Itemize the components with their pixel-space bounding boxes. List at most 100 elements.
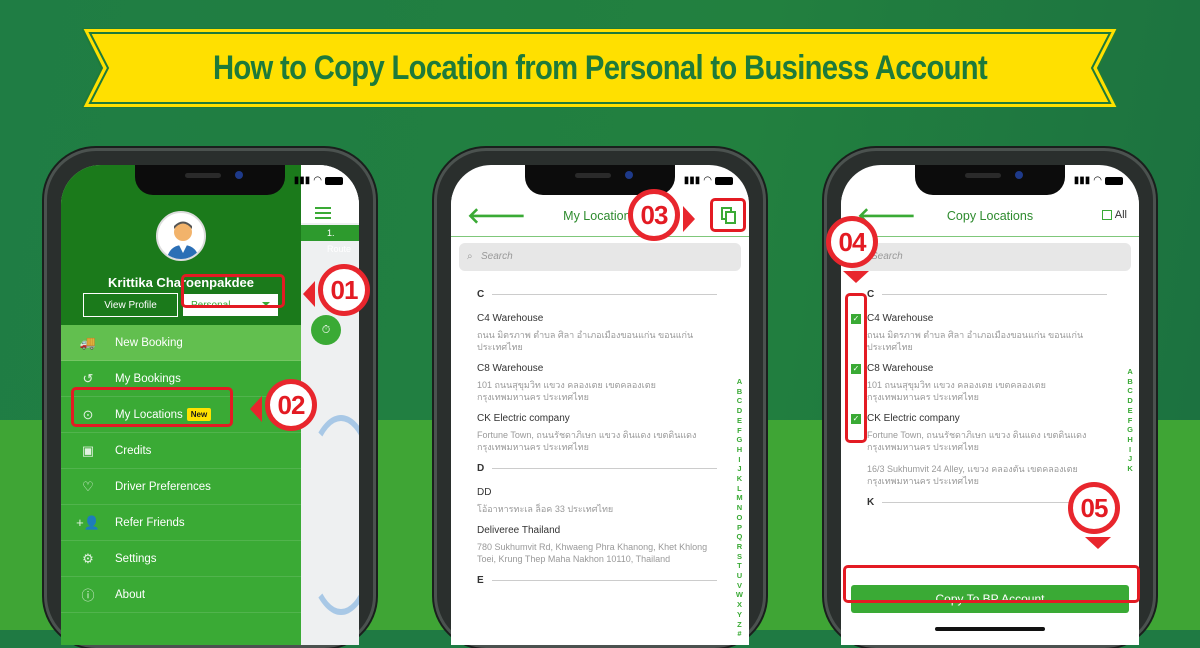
menu-item-about[interactable]: ⓘ About xyxy=(61,577,301,613)
list-item[interactable]: Deliveree Thailand 780 Sukhumvit Rd, Khwa… xyxy=(477,525,717,565)
location-name-row: ✓ C4 Warehouse xyxy=(851,313,1107,324)
alphabet-index-letter[interactable]: X xyxy=(736,600,743,610)
schedule-booking-button[interactable]: ⏱ xyxy=(311,315,341,345)
alphabet-index-letter[interactable]: R xyxy=(736,542,743,552)
menu-label: Settings xyxy=(115,552,157,565)
list-item[interactable]: ✓ C8 Warehouse 101 ถนนสุขุมวิท แขวง คลองเต… xyxy=(851,363,1107,403)
banner-title: How to Copy Location from Personal to Bu… xyxy=(212,48,988,87)
alphabet-index-letter[interactable]: C xyxy=(736,396,743,406)
list-item[interactable]: C8 Warehouse 101 ถนนสุขุมวิท แขวง คลองเตย… xyxy=(477,363,717,403)
alphabet-index-letter[interactable]: D xyxy=(736,406,743,416)
alphabet-index-letter[interactable]: B xyxy=(736,387,743,397)
alphabet-index-letter[interactable]: F xyxy=(736,426,743,436)
location-name-row: C4 Warehouse xyxy=(477,313,717,324)
alphabet-index-letter[interactable]: K xyxy=(736,474,743,484)
menu-item-driver-preferences[interactable]: ♡ Driver Preferences xyxy=(61,469,301,505)
location-name-row: DD xyxy=(477,487,717,498)
location-name-row: ✓ CK Electric company xyxy=(851,413,1107,424)
alphabet-index-letter[interactable]: U xyxy=(736,571,743,581)
alphabet-index-letter[interactable]: A xyxy=(736,377,743,387)
alphabet-index-letter[interactable]: F xyxy=(1127,416,1133,426)
alphabet-index-letter[interactable]: L xyxy=(736,484,743,494)
menu-item-settings[interactable]: ⚙ Settings xyxy=(61,541,301,577)
avatar[interactable] xyxy=(156,211,206,261)
list-item[interactable]: DD โอ้อาหารทะเล ล็อค 33 ประเทศไทย xyxy=(477,487,717,515)
alphabet-index-letter[interactable]: E xyxy=(736,416,743,426)
list-item[interactable]: CK Electric company Fortune Town, ถนนรัชด… xyxy=(477,413,717,453)
alphabet-index-letter[interactable]: O xyxy=(736,513,743,523)
alphabet-index-letter[interactable]: Q xyxy=(736,532,743,542)
route-bar: 1. Route xyxy=(301,225,359,254)
alphabet-index-letter[interactable]: I xyxy=(736,455,743,465)
view-profile-button[interactable]: View Profile xyxy=(83,293,178,317)
add-person-icon: +👤 xyxy=(76,514,100,530)
alphabet-index-letter[interactable]: V xyxy=(736,581,743,591)
menu-item-credits[interactable]: ▣ Credits xyxy=(61,433,301,469)
alphabet-index-letter[interactable]: H xyxy=(736,445,743,455)
alphabet-index[interactable]: ABCDEFGHIJK xyxy=(1127,367,1133,474)
alphabet-index-letter[interactable]: Y xyxy=(736,610,743,620)
section-header: E xyxy=(477,571,717,589)
search-input[interactable]: ⌕Search xyxy=(459,243,741,271)
wallet-icon: ▣ xyxy=(81,442,95,458)
alphabet-index-letter[interactable]: T xyxy=(736,561,743,571)
search-icon: ⌕ xyxy=(467,251,473,262)
page-title: Copy Locations xyxy=(946,209,1034,223)
location-address: Fortune Town, ถนนรัชดาภิเษก แขวง ดินแดง … xyxy=(477,430,697,452)
menu-label: Credits xyxy=(115,444,152,457)
step-05-callout: 05 xyxy=(1068,482,1120,549)
alphabet-index[interactable]: A B C D E F G H I J K L M N O P Q R S T U V W X Y Z # xyxy=(736,377,743,639)
alphabet-index-letter[interactable]: G xyxy=(736,435,743,445)
alphabet-index-letter[interactable]: W xyxy=(736,590,743,600)
list-item[interactable]: ✓ C4 Warehouse ถนน มิตรภาพ ตำบล ศิลา อำเภอ… xyxy=(851,313,1107,353)
location-address: 780 Sukhumvit Rd, Khwaeng Phra Khanong, … xyxy=(477,542,708,564)
alphabet-index-letter[interactable]: A xyxy=(1127,367,1133,377)
location-name: Deliveree Thailand xyxy=(477,525,561,536)
alphabet-index-letter[interactable]: N xyxy=(736,503,743,513)
location-address: ถนน มิตรภาพ ตำบล ศิลา อำเภอเมืองขอนแก่น … xyxy=(477,330,694,352)
list-item[interactable]: 16/3 Sukhumvit 24 Alley, แขวง คลองตัน เข… xyxy=(867,463,1107,487)
battery-icon xyxy=(1105,176,1123,185)
alphabet-index-letter[interactable]: J xyxy=(736,464,743,474)
gear-icon: ⚙ xyxy=(82,550,94,566)
menu-item-new-booking[interactable]: 🚚 New Booking xyxy=(61,325,301,361)
alphabet-index-letter[interactable]: D xyxy=(1127,396,1133,406)
menu-label: Refer Friends xyxy=(115,516,185,529)
menu-item-refer-friends[interactable]: +👤 Refer Friends xyxy=(61,505,301,541)
menu-label: Driver Preferences xyxy=(115,480,211,493)
map-river xyxy=(301,415,359,615)
heart-icon: ♡ xyxy=(82,478,94,494)
alphabet-index-letter[interactable]: Z xyxy=(736,620,743,630)
alphabet-index-letter[interactable]: K xyxy=(1127,464,1133,474)
alphabet-index-letter[interactable]: # xyxy=(736,629,743,639)
location-address: 16/3 Sukhumvit 24 Alley, แขวง คลองตัน เข… xyxy=(867,464,1078,486)
hamburger-menu-icon[interactable] xyxy=(315,207,331,222)
select-all-checkbox[interactable]: All xyxy=(1101,209,1127,221)
alphabet-index-letter[interactable]: I xyxy=(1127,445,1133,455)
alphabet-index-letter[interactable]: H xyxy=(1127,435,1133,445)
step-01-callout: 01 xyxy=(303,264,370,316)
alphabet-index-letter[interactable]: E xyxy=(1127,406,1133,416)
alphabet-index-letter[interactable]: M xyxy=(736,493,743,503)
list-item[interactable]: C4 Warehouse ถนน มิตรภาพ ตำบล ศิลา อำเภอเ… xyxy=(477,313,717,353)
location-address: 101 ถนนสุขุมวิท แขวง คลองเตย เขตคลองเตย … xyxy=(867,380,1046,402)
title-banner: How to Copy Location from Personal to Bu… xyxy=(82,28,1118,108)
alphabet-index-letter[interactable]: G xyxy=(1127,425,1133,435)
alphabet-index-letter[interactable]: P xyxy=(736,523,743,533)
location-address: ถนน มิตรภาพ ตำบล ศิลา อำเภอเมืองขอนแก่น … xyxy=(867,330,1084,352)
location-name-row: CK Electric company xyxy=(477,413,717,424)
alphabet-index-letter[interactable]: J xyxy=(1127,454,1133,464)
battery-icon xyxy=(325,176,343,185)
status-bar: ▮▮▮ ◠ xyxy=(294,175,343,186)
menu-label: My Bookings xyxy=(115,372,181,385)
location-name-row: C8 Warehouse xyxy=(477,363,717,374)
alphabet-index-letter[interactable]: C xyxy=(1127,386,1133,396)
alphabet-index-letter[interactable]: B xyxy=(1127,377,1133,387)
location-name: DD xyxy=(477,487,492,498)
search-input[interactable]: ⌕Search xyxy=(849,243,1131,271)
location-name: C8 Warehouse xyxy=(867,363,934,374)
status-bar: ▮▮▮ ◠ xyxy=(1074,175,1123,186)
wifi-icon: ◠ xyxy=(313,175,322,186)
alphabet-index-letter[interactable]: S xyxy=(736,552,743,562)
list-item[interactable]: ✓ CK Electric company Fortune Town, ถนนรัช… xyxy=(851,413,1107,453)
